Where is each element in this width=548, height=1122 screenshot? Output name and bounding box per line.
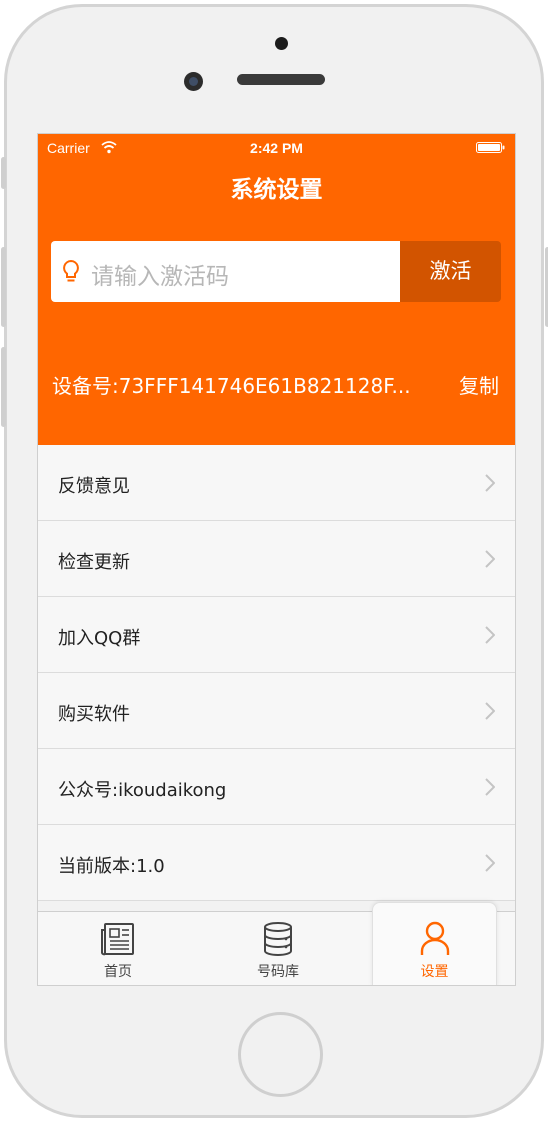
tab-home[interactable]: 首页 xyxy=(38,912,198,985)
chevron-right-icon xyxy=(485,550,495,568)
database-icon xyxy=(264,922,292,956)
tab-label: 首页 xyxy=(104,964,132,980)
chevron-right-icon xyxy=(485,778,495,796)
chevron-right-icon xyxy=(485,626,495,644)
tab-settings[interactable]: 设置 xyxy=(372,902,497,985)
volume-up-button xyxy=(1,247,6,327)
tab-label: 号码库 xyxy=(257,964,299,980)
volume-down-button xyxy=(1,347,6,427)
menu-item-label: 检查更新 xyxy=(58,552,130,573)
activation-code-placeholder: 请输入激活码 xyxy=(91,264,229,290)
home-button[interactable] xyxy=(238,1012,323,1097)
menu-item-label: 反馈意见 xyxy=(58,476,130,497)
app-screen: Carrier 2:42 PM 系统设置 请输入激活码 激活 设备号:73FFF… xyxy=(37,133,516,986)
page-title: 系统设置 xyxy=(230,177,323,203)
sensor-dot xyxy=(275,37,288,50)
settings-header: Carrier 2:42 PM 系统设置 请输入激活码 激活 设备号:73FFF… xyxy=(38,134,515,445)
tab-number-library[interactable]: 号码库 xyxy=(198,912,358,985)
menu-item-current-version[interactable]: 当前版本:1.0 xyxy=(38,825,515,901)
status-time: 2:42 PM xyxy=(250,140,303,156)
chevron-right-icon xyxy=(485,702,495,720)
battery-icon xyxy=(476,142,505,153)
menu-item-official-account[interactable]: 公众号:ikoudaikong xyxy=(38,749,515,825)
chevron-right-icon xyxy=(485,854,495,872)
tab-label: 设置 xyxy=(420,964,449,980)
menu-item-label: 公众号:ikoudaikong xyxy=(58,780,227,801)
activate-button[interactable]: 激活 xyxy=(400,241,501,302)
device-id-label: 设备号:73FFF141746E61B821128F... xyxy=(52,374,411,398)
menu-item-buy-software[interactable]: 购买软件 xyxy=(38,673,515,749)
tab-bar: 首页 号码库 设置 xyxy=(38,902,515,985)
chevron-right-icon xyxy=(485,474,495,492)
user-icon xyxy=(420,921,449,955)
earpiece-speaker xyxy=(237,74,325,85)
front-camera xyxy=(184,72,203,91)
menu-item-label: 加入QQ群 xyxy=(58,628,141,649)
menu-item-check-update[interactable]: 检查更新 xyxy=(38,521,515,597)
menu-item-join-qq-group[interactable]: 加入QQ群 xyxy=(38,597,515,673)
settings-menu: 反馈意见 检查更新 加入QQ群 购买软件 公众号:ikoudaikong 当前版… xyxy=(38,445,515,901)
copy-button[interactable]: 复制 xyxy=(459,370,499,399)
menu-item-feedback[interactable]: 反馈意见 xyxy=(38,445,515,521)
mute-switch xyxy=(1,157,6,189)
lightbulb-icon xyxy=(63,259,79,282)
menu-item-label: 购买软件 xyxy=(58,704,130,725)
menu-item-label: 当前版本:1.0 xyxy=(58,856,165,877)
status-bar: Carrier 2:42 PM xyxy=(38,134,515,162)
newspaper-icon xyxy=(101,923,134,956)
activation-code-input[interactable]: 请输入激活码 xyxy=(51,241,401,302)
